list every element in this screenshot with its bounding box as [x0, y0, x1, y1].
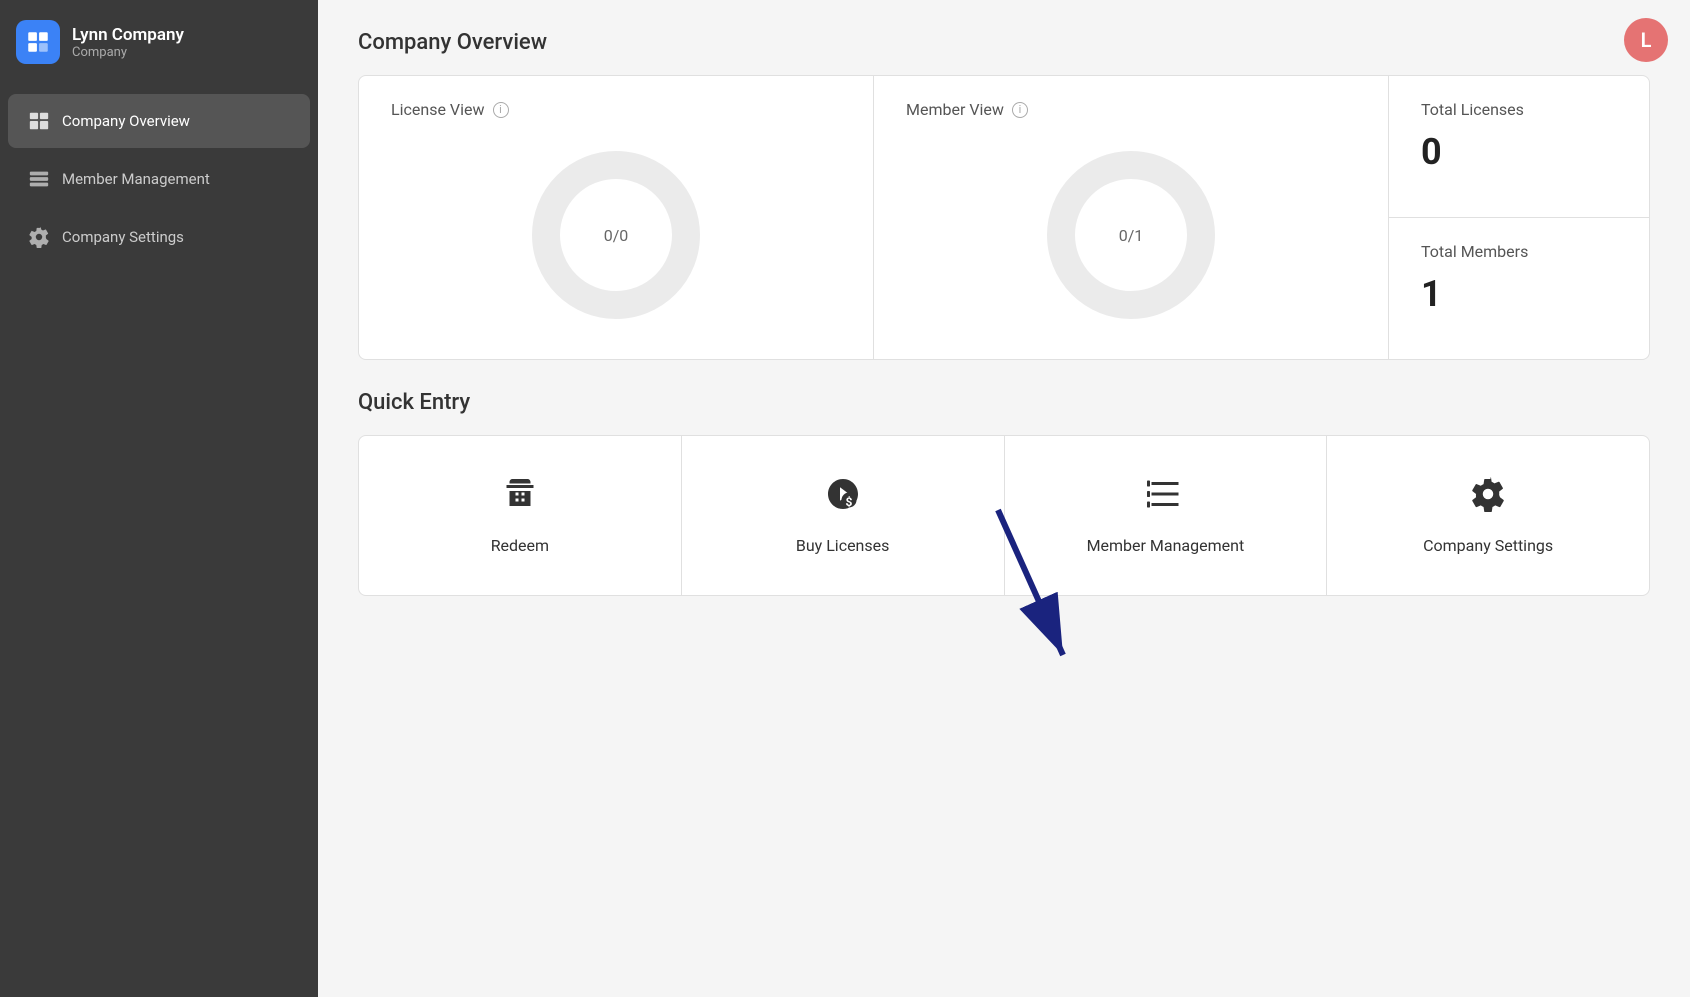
stats-panel: Total Licenses 0 Total Members 1: [1389, 76, 1649, 359]
total-members-label: Total Members: [1421, 242, 1617, 261]
total-licenses-value: 0: [1421, 131, 1617, 173]
quick-entry-company-settings[interactable]: Company Settings: [1327, 436, 1649, 595]
quick-company-settings-label: Company Settings: [1423, 536, 1553, 555]
license-donut-wrapper: 0/0: [526, 145, 706, 325]
sidebar-item-company-overview[interactable]: Company Overview: [8, 94, 310, 148]
license-view-info-icon[interactable]: i: [493, 102, 509, 118]
member-management-icon: [28, 168, 50, 190]
total-members-block: Total Members 1: [1389, 218, 1649, 359]
member-donut-container: 0/1: [906, 135, 1356, 335]
redeem-icon: [502, 476, 538, 520]
quick-entry-buy-licenses[interactable]: $ Buy Licenses: [682, 436, 1005, 595]
quick-entry-section: Quick Entry Redeem: [358, 390, 1650, 596]
company-settings-icon: [28, 226, 50, 248]
license-view-label: License View i: [391, 100, 841, 119]
quick-entry-title: Quick Entry: [358, 390, 1650, 415]
sidebar-nav: Company Overview Member Management Compa…: [0, 92, 318, 266]
page-title: Company Overview: [358, 30, 1650, 55]
member-donut-wrapper: 0/1: [1041, 145, 1221, 325]
license-donut-container: 0/0: [391, 135, 841, 335]
company-name: Lynn Company: [72, 25, 184, 45]
avatar[interactable]: L: [1624, 18, 1668, 62]
company-sub: Company: [72, 45, 184, 60]
company-overview-icon: [28, 110, 50, 132]
quick-member-management-icon: [1147, 476, 1183, 520]
sidebar-header: Lynn Company Company: [0, 0, 318, 84]
quick-company-settings-icon: [1470, 476, 1506, 520]
sidebar-item-label-members: Member Management: [62, 170, 210, 188]
sidebar-item-company-settings[interactable]: Company Settings: [8, 210, 310, 264]
member-donut-label: 0/1: [1119, 226, 1144, 245]
quick-entry-redeem[interactable]: Redeem: [359, 436, 682, 595]
member-view-info-icon[interactable]: i: [1012, 102, 1028, 118]
overview-cards: License View i 0/0 Member View i: [358, 75, 1650, 360]
license-view-card: License View i 0/0: [359, 76, 874, 359]
total-licenses-label: Total Licenses: [1421, 100, 1617, 119]
sidebar: Lynn Company Company Company Overview Me…: [0, 0, 318, 997]
sidebar-title: Lynn Company Company: [72, 25, 184, 60]
quick-entry-member-management[interactable]: Member Management: [1005, 436, 1328, 595]
buy-licenses-icon: $: [825, 476, 861, 520]
main-content-area: L Company Overview License View i 0/0: [318, 0, 1690, 997]
sidebar-item-label-overview: Company Overview: [62, 112, 190, 130]
quick-entry-grid: Redeem $ Buy Licenses: [358, 435, 1650, 596]
quick-member-management-label: Member Management: [1087, 536, 1245, 555]
total-members-value: 1: [1421, 273, 1617, 315]
member-view-card: Member View i 0/1: [874, 76, 1389, 359]
member-view-label: Member View i: [906, 100, 1356, 119]
redeem-label: Redeem: [491, 536, 549, 555]
total-licenses-block: Total Licenses 0: [1389, 76, 1649, 218]
svg-text:$: $: [845, 495, 852, 509]
license-donut-label: 0/0: [604, 226, 629, 245]
buy-licenses-label: Buy Licenses: [796, 536, 890, 555]
app-logo: [16, 20, 60, 64]
sidebar-item-label-settings: Company Settings: [62, 228, 184, 246]
sidebar-item-member-management[interactable]: Member Management: [8, 152, 310, 206]
